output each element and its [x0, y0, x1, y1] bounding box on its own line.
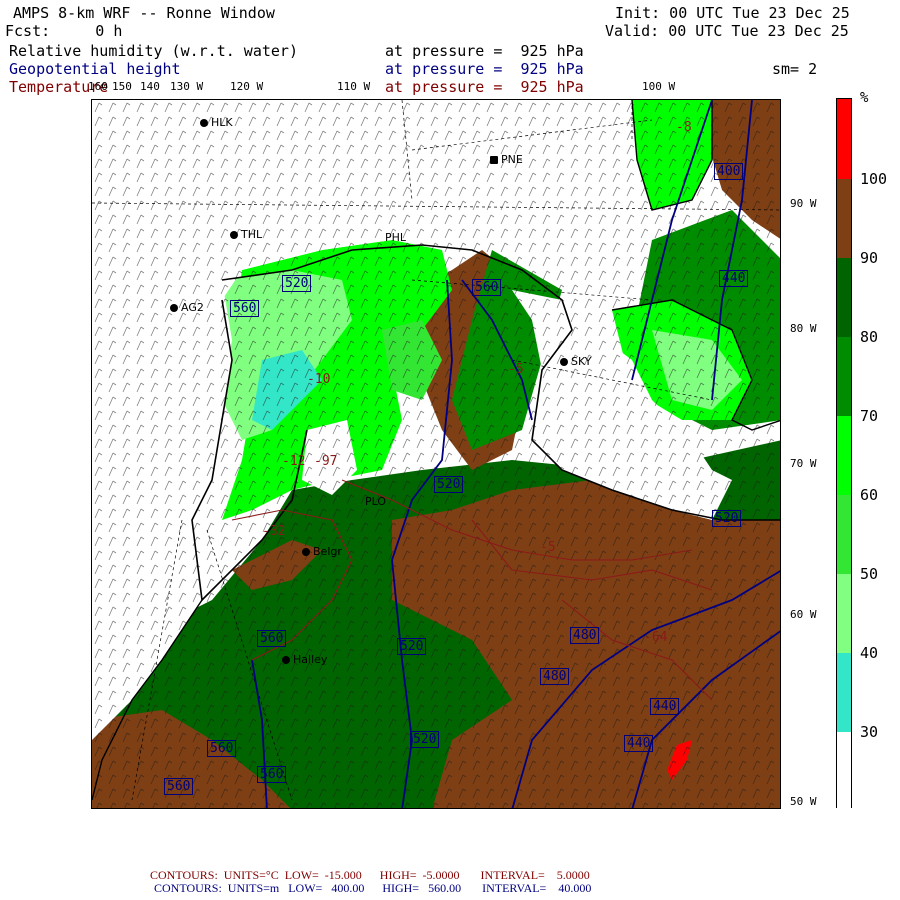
temp-contour-label: -5 [508, 362, 524, 377]
colorbar-tick-label: 70 [860, 407, 879, 425]
colorbar-segment [837, 337, 851, 416]
station-marker[interactable]: PHL [385, 231, 406, 244]
height-contour-label: 560 [257, 630, 287, 647]
station-label: PLO [365, 495, 387, 508]
lon-label: 150 [112, 80, 132, 93]
station-marker[interactable]: PLO [365, 495, 386, 508]
station-marker[interactable]: PNE [490, 153, 523, 166]
colorbar-tick-label: 50 [860, 565, 879, 583]
pressure-rh: at pressure = 925 hPa [385, 42, 584, 60]
temp-contour-label: -32 [262, 524, 286, 539]
station-dot-icon [282, 656, 290, 664]
colorbar-tick-label: 40 [860, 644, 879, 662]
lat-label: 80 W [790, 322, 817, 335]
station-marker[interactable]: THL [230, 228, 262, 241]
colorbar-segment [837, 416, 851, 495]
colorbar-segment [837, 258, 851, 337]
station-dot-icon [302, 548, 310, 556]
lat-label: 60 W [790, 608, 817, 621]
smoothing-label: sm= 2 [772, 60, 818, 78]
height-contour-legend: CONTOURS: UNITS=m LOW= 400.00 HIGH= 560.… [154, 881, 592, 895]
height-contour-label: 480 [570, 627, 600, 644]
map-title: AMPS 8-km WRF -- Ronne Window [13, 4, 275, 22]
station-dot-icon [490, 156, 498, 164]
lon-label: 140 [140, 80, 160, 93]
height-contour-label: 520 [397, 638, 427, 655]
height-contour-label: 520 [712, 510, 742, 527]
lat-label: 50 W [790, 795, 817, 808]
colorbar-tick-label: 80 [860, 328, 879, 346]
pressure-height: at pressure = 925 hPa [385, 60, 584, 78]
colorbar-tick-label: 90 [860, 249, 879, 267]
colorbar-segment [837, 732, 851, 809]
colorbar-segment [837, 179, 851, 258]
station-dot-icon [560, 358, 568, 366]
height-contour-label: 560 [257, 766, 287, 783]
colorbar-tick-label: 30 [860, 723, 879, 741]
station-label: Belgr [313, 545, 342, 558]
height-contour-label: 560 [472, 279, 502, 296]
station-label: HLK [211, 116, 233, 129]
station-marker[interactable]: Halley [282, 653, 327, 666]
station-marker[interactable]: SKY [560, 355, 592, 368]
colorbar-segment [837, 574, 851, 653]
colorbar [836, 98, 852, 809]
colorbar-segment [837, 653, 851, 732]
temp-contour-label: -5 [540, 540, 556, 555]
station-dot-icon [170, 304, 178, 312]
height-contour-label: 520 [434, 476, 464, 493]
height-contour-label: 520 [410, 731, 440, 748]
lon-label: 160 [88, 80, 108, 93]
field-rh-label: Relative humidity (w.r.t. water) [9, 42, 298, 60]
height-contour-label: 560 [164, 778, 194, 795]
height-contour-label: 400 [714, 163, 744, 180]
colorbar-tick-label: 100 [860, 170, 888, 188]
colorbar-segment [837, 495, 851, 574]
station-marker[interactable]: Belgr [302, 545, 342, 558]
station-label: PNE [501, 153, 523, 166]
init-time: Init: 00 UTC Tue 23 Dec 25 [615, 4, 850, 22]
station-label: Halley [293, 653, 328, 666]
weather-map[interactable]: 520 560 560 520 520 480 480 520 440 440 … [91, 99, 781, 809]
valid-time: Valid: 00 UTC Tue 23 Dec 25 [605, 22, 849, 40]
height-contour-label: 440 [719, 270, 749, 287]
station-marker[interactable]: HLK [200, 116, 233, 129]
lon-label: 100 W [642, 80, 676, 93]
lon-label: 130 W [170, 80, 204, 93]
field-height-label: Geopotential height [9, 60, 181, 78]
station-dot-icon [230, 231, 238, 239]
height-contour-label: 520 [282, 275, 312, 292]
colorbar-tick-label: 60 [860, 486, 879, 504]
colorbar-segment [837, 99, 851, 179]
temp-contour-label: -64 [644, 630, 668, 645]
station-label: PHL [385, 231, 407, 244]
height-contour-label: 560 [230, 300, 260, 317]
station-label: SKY [571, 355, 592, 368]
station-label: THL [241, 228, 263, 241]
temp-contour-label: -10 [307, 372, 331, 387]
height-contour-label: 480 [540, 668, 570, 685]
pressure-temp: at pressure = 925 hPa [385, 78, 584, 96]
station-label: AG2 [181, 301, 204, 314]
height-contour-label: 560 [207, 740, 237, 757]
temp-contour-label: -8 [676, 120, 692, 135]
forecast-hour: Fcst: 0 h [5, 22, 123, 40]
station-dot-icon [200, 119, 208, 127]
height-contour-label: 440 [624, 735, 654, 752]
lat-label: 70 W [790, 457, 817, 470]
height-contour-label: 440 [650, 698, 680, 715]
lat-label: 90 W [790, 197, 817, 210]
station-marker[interactable]: AG2 [170, 301, 204, 314]
temp-contour-label: -97 [314, 454, 338, 469]
colorbar-unit: % [860, 90, 869, 106]
temp-contour-label: -12 [282, 454, 306, 469]
lon-label: 110 W [337, 80, 371, 93]
lon-label: 120 W [230, 80, 264, 93]
